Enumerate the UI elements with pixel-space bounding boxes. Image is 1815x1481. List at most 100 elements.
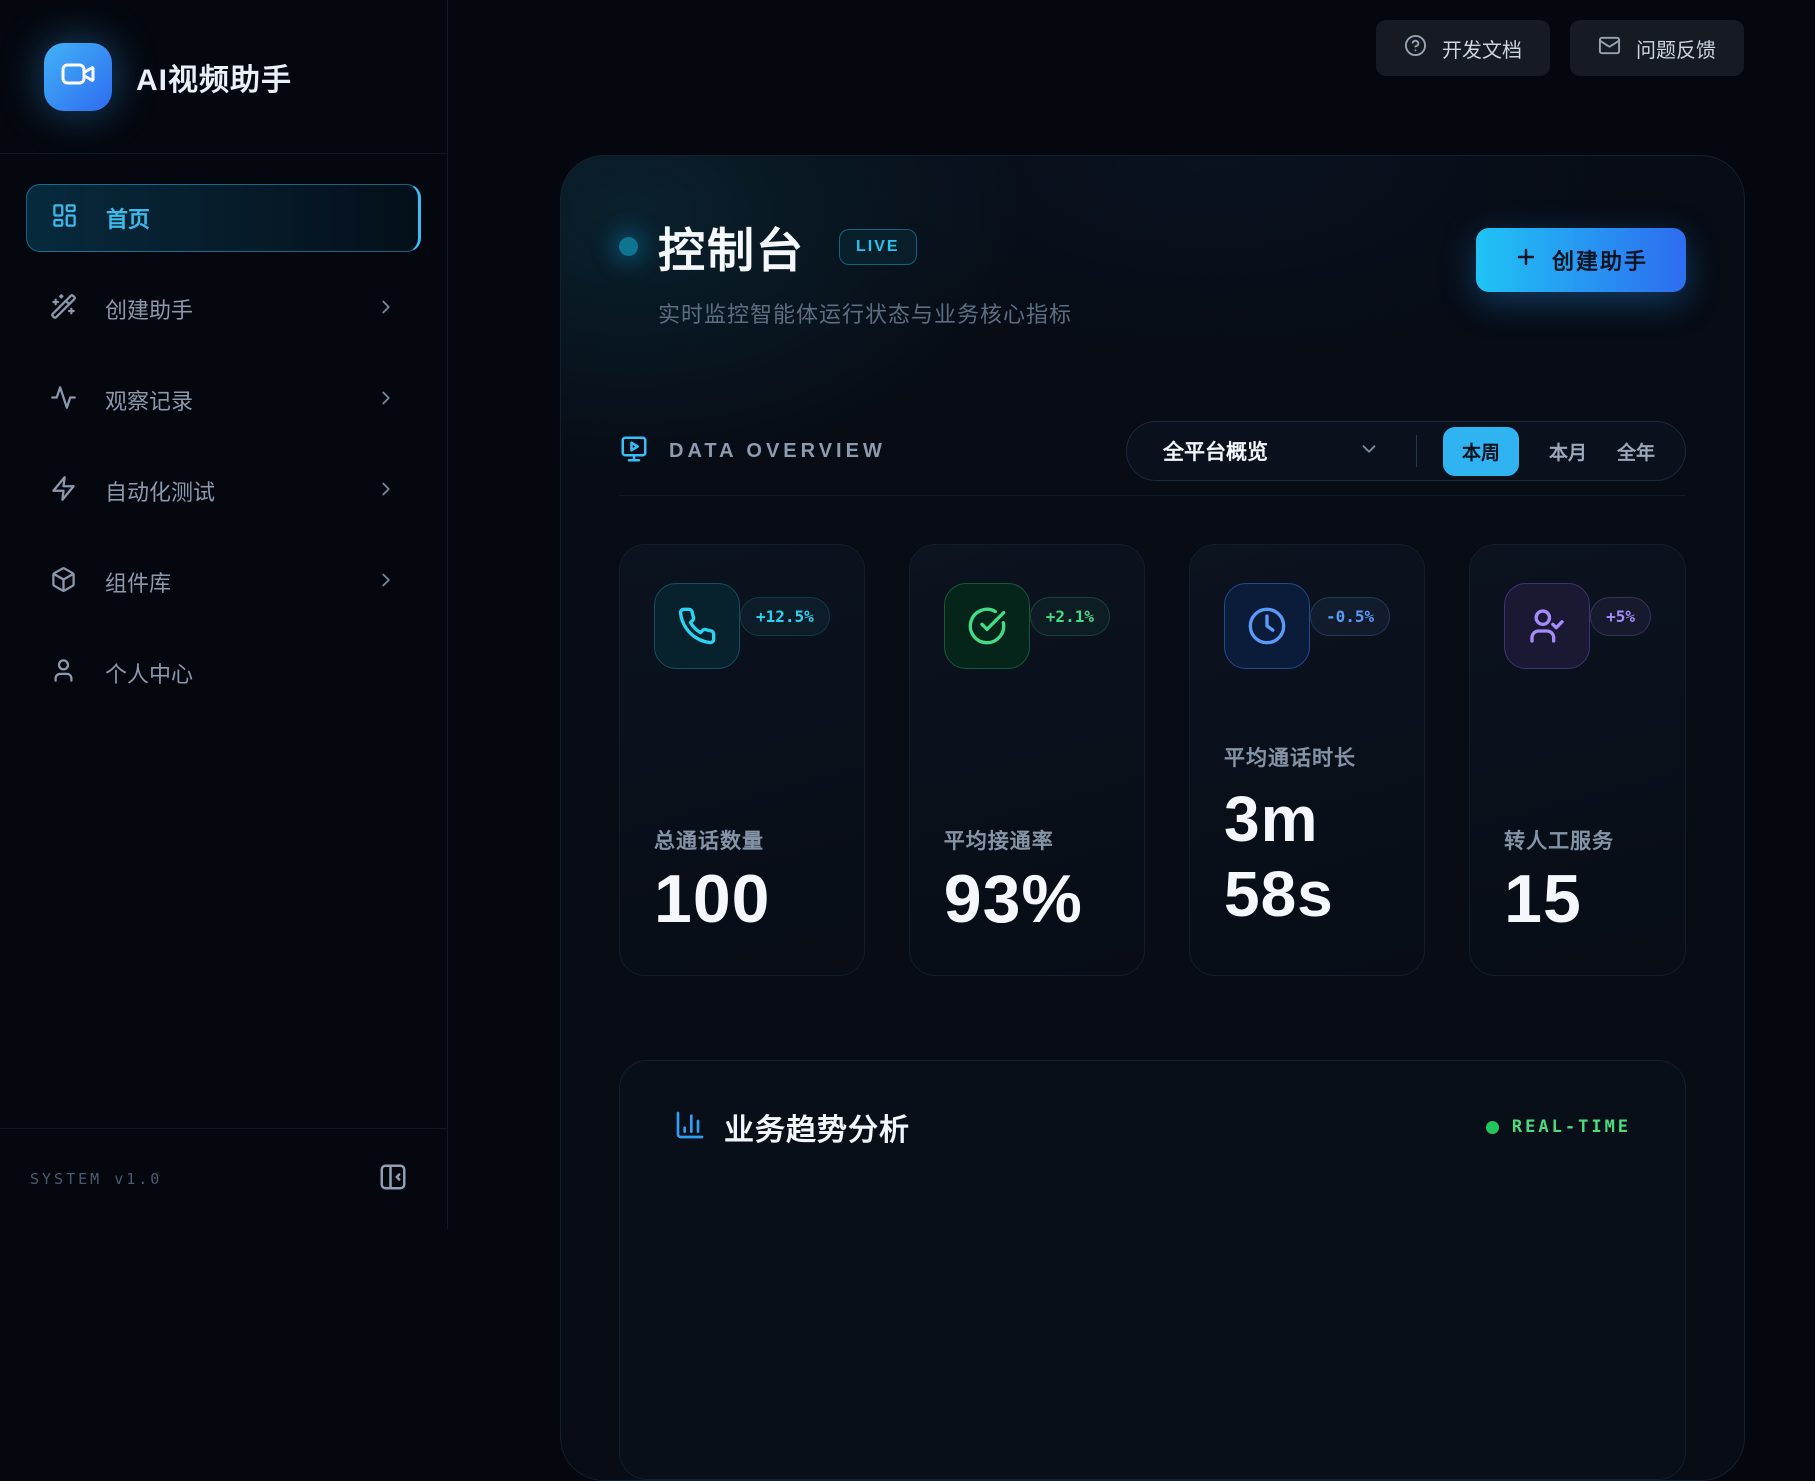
page-title: 控制台 [658,212,805,281]
sidebar-item-label: 组件库 [105,566,347,598]
sidebar-item-personal-center[interactable]: 个人中心 [26,639,421,707]
stat-card-top: +5% [1504,583,1651,669]
stat-label: 平均通话时长 [1224,742,1390,772]
user-check-icon [1504,583,1590,669]
video-camera-icon [60,56,96,97]
dev-docs-label: 开发文档 [1442,34,1522,63]
trend-analysis-card: 业务趋势分析 REAL-TIME [619,1060,1686,1480]
user-icon [50,657,77,689]
stat-card-human-transfer: +5% 转人工服务 15 [1469,544,1686,976]
trend-header: 业务趋势分析 REAL-TIME [674,1105,1631,1149]
sidebar-item-label: 首页 [106,202,394,234]
chevron-right-icon [375,387,397,414]
dev-docs-button[interactable]: 开发文档 [1376,20,1550,76]
app-root: AI视频助手 首页 创建助手 观察记录 自动化测试 [0,0,1815,1229]
box-icon [50,566,77,598]
panel-collapse-icon [378,1162,408,1197]
chevron-right-icon [375,478,397,505]
chevron-down-icon [1358,438,1380,465]
sidebar-footer: SYSTEM v1.0 [0,1128,447,1229]
stat-card-bottom: 转人工服务 15 [1504,825,1651,933]
stat-value: 100 [654,865,830,933]
phone-icon [654,583,740,669]
stat-card-bottom: 平均接通率 93% [944,825,1110,933]
plus-icon [1514,245,1538,275]
stat-value-line1: 3m [1224,782,1390,858]
chevron-right-icon [375,569,397,596]
stat-label: 平均接通率 [944,825,1110,855]
trend-title: 业务趋势分析 [724,1105,910,1149]
tab-month[interactable]: 本月 [1549,438,1587,465]
change-badge: +12.5% [740,597,830,636]
status-dot [619,237,638,256]
stat-label: 转人工服务 [1504,825,1651,855]
system-version: SYSTEM v1.0 [30,1170,162,1188]
sidebar-item-observation-records[interactable]: 观察记录 [26,366,421,434]
platform-dropdown[interactable]: 全平台概览 [1127,436,1416,466]
realtime-label: REAL-TIME [1512,1117,1631,1137]
change-badge: +2.1% [1030,597,1110,636]
sidebar-item-component-library[interactable]: 组件库 [26,548,421,616]
collapse-sidebar-button[interactable] [375,1161,411,1197]
stat-card-top: +12.5% [654,583,830,669]
chevron-right-icon [375,296,397,323]
sidebar-nav: 首页 创建助手 观察记录 自动化测试 组件库 [0,154,447,1128]
sidebar-item-label: 个人中心 [105,657,397,689]
create-assistant-button[interactable]: 创建助手 [1476,228,1686,292]
sidebar-item-label: 自动化测试 [105,475,347,507]
sidebar: AI视频助手 首页 创建助手 观察记录 自动化测试 [0,0,448,1229]
stat-card-bottom: 总通话数量 100 [654,825,830,933]
sidebar-item-create-assistant[interactable]: 创建助手 [26,275,421,343]
bar-chart-icon [674,1109,706,1146]
realtime-status: REAL-TIME [1486,1117,1631,1137]
stat-card-answer-rate: +2.1% 平均接通率 93% [909,544,1145,976]
console-heading-block: 控制台 LIVE 实时监控智能体运行状态与业务核心指标 [619,212,1072,329]
data-overview-label: DATA OVERVIEW [669,440,886,463]
change-badge: +5% [1590,597,1651,636]
wand-icon [50,293,77,325]
overview-controls: 全平台概览 本周 本月 全年 [1126,421,1686,481]
tab-week[interactable]: 本周 [1443,427,1519,476]
clock-icon [1224,583,1310,669]
monitor-play-icon [619,434,649,469]
create-assistant-label: 创建助手 [1552,244,1648,276]
help-circle-icon [1404,34,1427,63]
data-overview-heading: DATA OVERVIEW [619,434,886,469]
platform-dropdown-value: 全平台概览 [1163,436,1268,466]
stats-row: +12.5% 总通话数量 100 +2.1% 平均接通率 93% [619,544,1686,976]
change-badge: -0.5% [1310,597,1390,636]
data-overview-row: DATA OVERVIEW 全平台概览 本周 本月 全年 [619,421,1686,481]
dashboard-icon [51,202,78,234]
sidebar-item-label: 观察记录 [105,384,347,416]
console-title-row: 控制台 LIVE [619,212,1072,281]
feedback-label: 问题反馈 [1636,34,1716,63]
divider [619,495,1686,496]
page-subtitle: 实时监控智能体运行状态与业务核心指标 [658,297,1072,329]
stat-value: 15 [1504,865,1651,933]
sidebar-item-home[interactable]: 首页 [26,184,421,252]
stat-card-top: -0.5% [1224,583,1390,669]
activity-icon [50,384,77,416]
feedback-button[interactable]: 问题反馈 [1570,20,1744,76]
stat-card-avg-duration: -0.5% 平均通话时长 3m 58s [1189,544,1425,976]
trend-title-row: 业务趋势分析 [674,1105,910,1149]
zap-icon [50,475,77,507]
app-title: AI视频助手 [136,55,292,99]
live-badge: LIVE [839,229,917,265]
time-range-tabs: 本周 本月 全年 [1417,427,1685,476]
topbar: 开发文档 问题反馈 [448,20,1744,76]
sidebar-header: AI视频助手 [0,0,447,154]
tab-year[interactable]: 全年 [1617,438,1655,465]
sidebar-item-label: 创建助手 [105,293,347,325]
console-panel-header: 控制台 LIVE 实时监控智能体运行状态与业务核心指标 创建助手 [619,212,1686,329]
stat-value-line2: 58s [1224,857,1390,933]
stat-card-bottom: 平均通话时长 3m 58s [1224,742,1390,933]
stat-value: 93% [944,865,1110,933]
stat-card-total-calls: +12.5% 总通话数量 100 [619,544,865,976]
check-circle-icon [944,583,1030,669]
stat-card-top: +2.1% [944,583,1110,669]
console-panel: 控制台 LIVE 实时监控智能体运行状态与业务核心指标 创建助手 DATA OV… [560,155,1745,1481]
sidebar-item-automation-testing[interactable]: 自动化测试 [26,457,421,525]
stat-value: 3m 58s [1224,782,1390,933]
main-content: 开发文档 问题反馈 控制台 LIVE 实时监控智能体运行状态与业务核心指标 [448,0,1815,1229]
